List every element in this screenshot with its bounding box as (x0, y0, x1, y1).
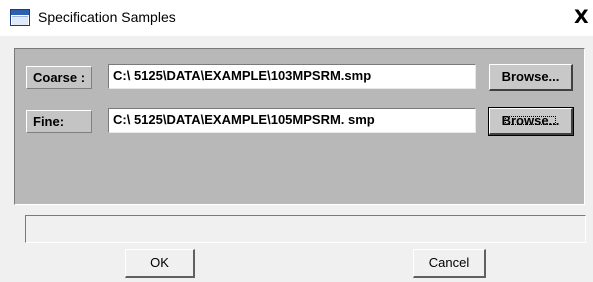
fine-path-field[interactable]: C:\ 5125\DATA\EXAMPLE\105MPSRM. smp (108, 108, 476, 133)
coarse-browse-button[interactable]: Browse... (489, 64, 573, 91)
close-icon[interactable]: X (574, 6, 589, 28)
coarse-label: Coarse : (26, 66, 93, 89)
fine-label: Fine: (26, 110, 92, 133)
fine-browse-label: Browse... (501, 113, 560, 128)
window-app-icon (10, 9, 30, 26)
cancel-button[interactable]: Cancel (413, 249, 486, 278)
samples-panel: Coarse : C:\ 5125\DATA\EXAMPLE\103MPSRM.… (14, 48, 585, 205)
title-bar[interactable]: Specification Samples X (0, 0, 593, 36)
coarse-browse-label: Browse... (501, 69, 560, 84)
ok-button[interactable]: OK (125, 249, 195, 278)
coarse-path-field[interactable]: C:\ 5125\DATA\EXAMPLE\103MPSRM.smp (108, 64, 476, 89)
fine-browse-button[interactable]: Browse... (488, 107, 574, 136)
specification-samples-dialog: Specification Samples X Coarse : C:\ 512… (0, 0, 593, 282)
status-bar (25, 215, 586, 243)
window-title: Specification Samples (38, 9, 176, 25)
